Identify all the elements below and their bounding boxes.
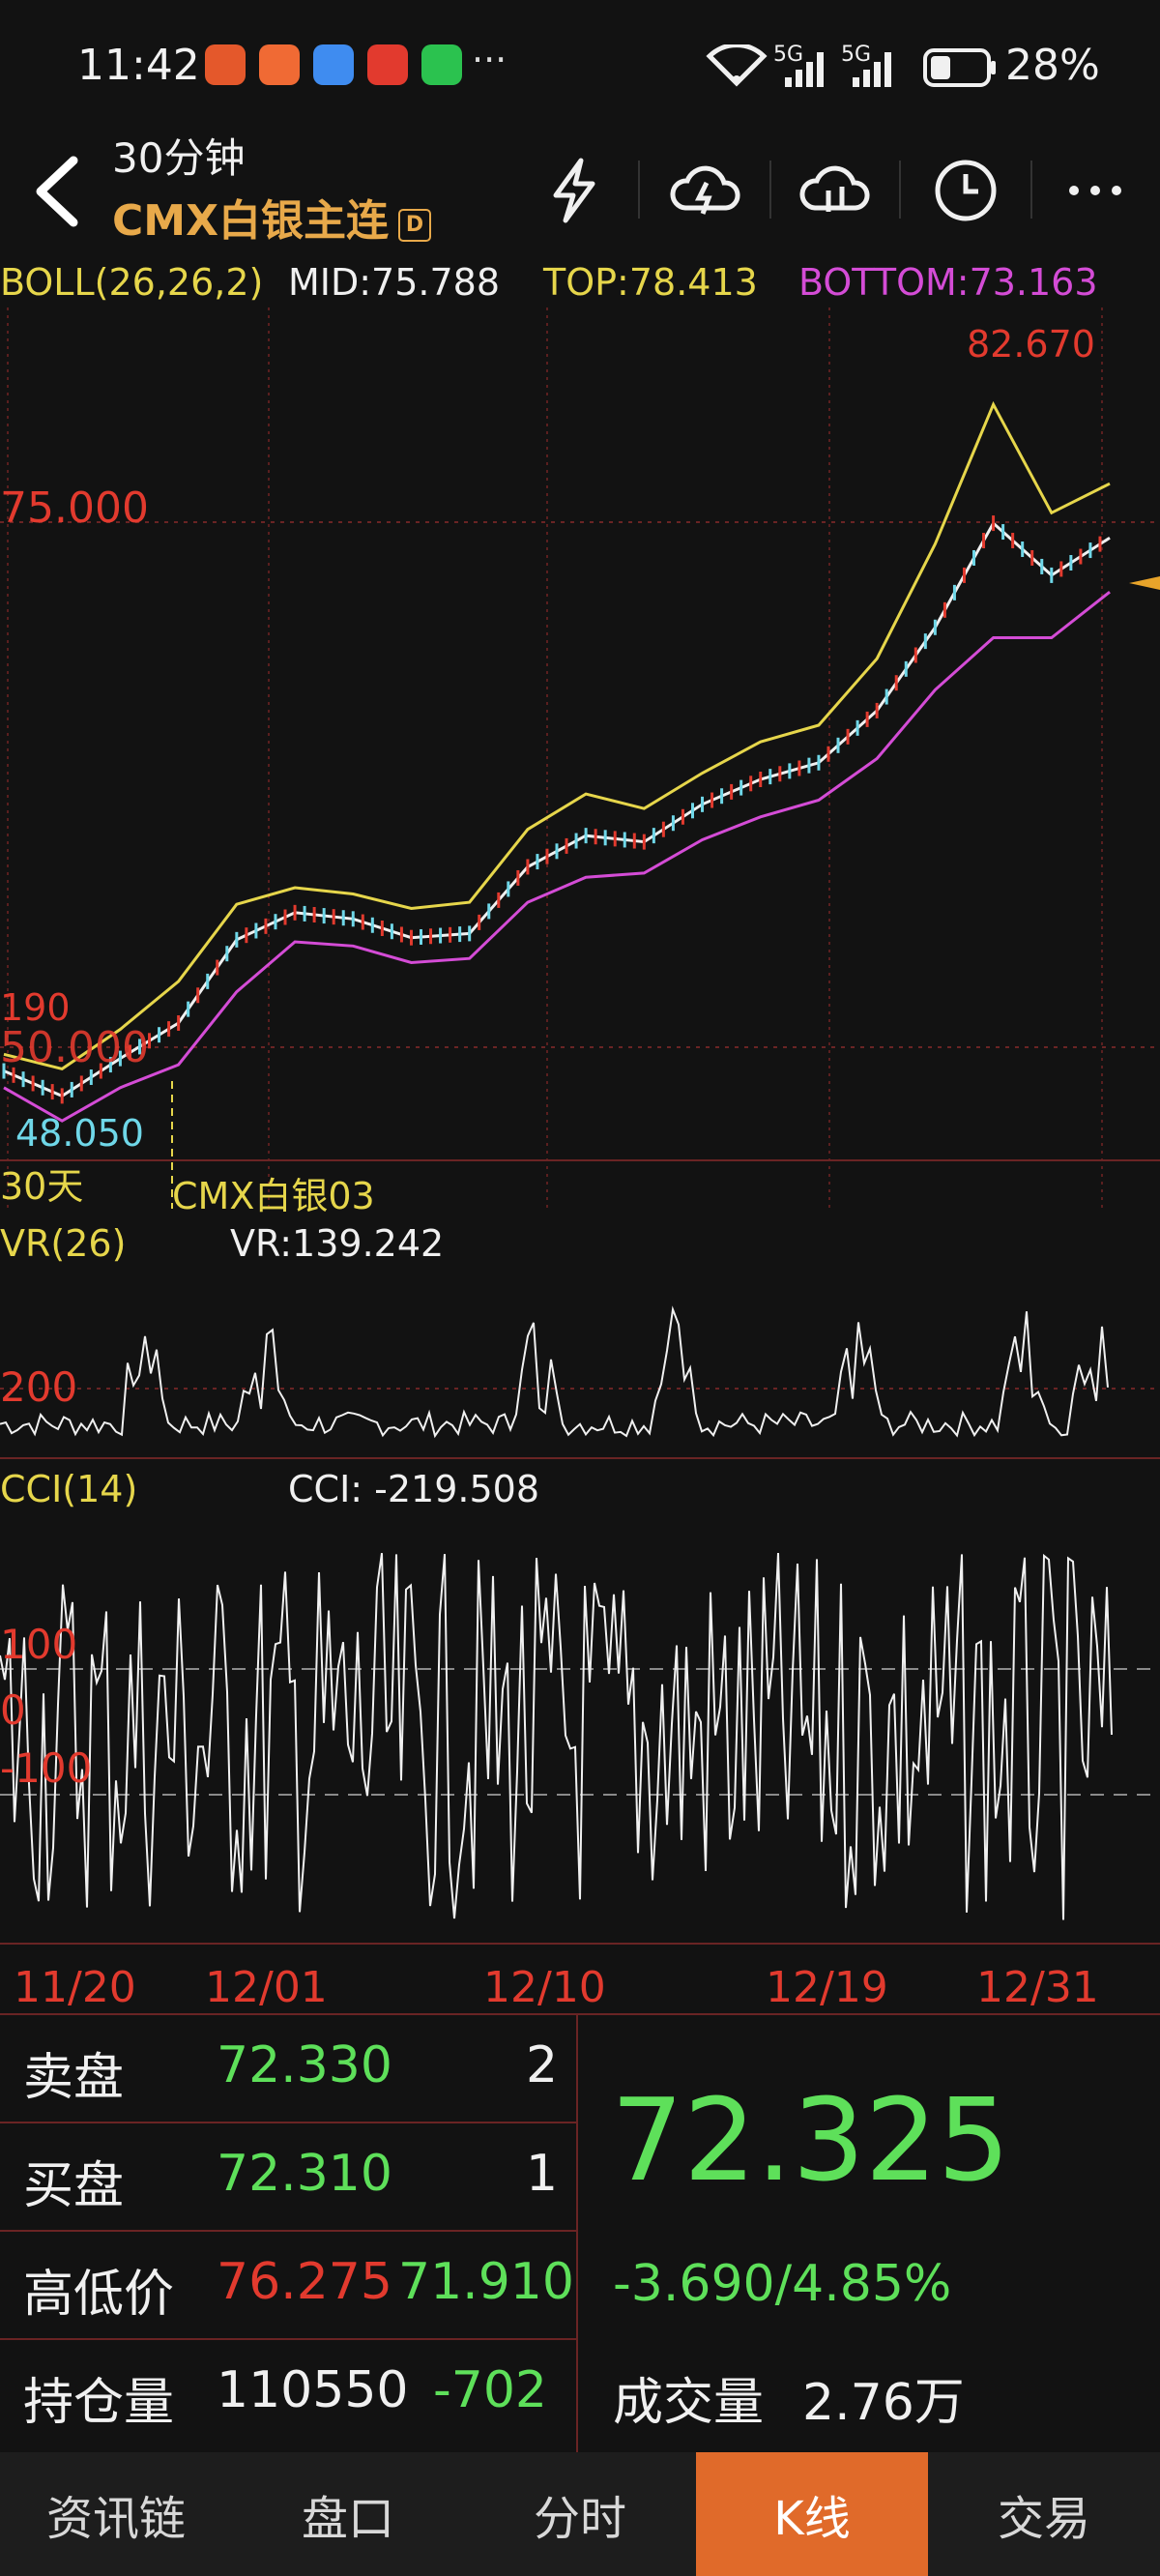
date-label: 12/01: [205, 1963, 328, 2012]
high-price: 76.275: [217, 2253, 392, 2311]
tab-trade[interactable]: 交易: [928, 2452, 1160, 2576]
header: 30分钟 CMX白银主连 D: [0, 126, 1160, 251]
vr-chart: [0, 1305, 1160, 1459]
cci-level-100: 100: [0, 1621, 78, 1668]
vr-label[interactable]: VR(26): [0, 1222, 126, 1265]
date-label: 11/20: [14, 1963, 136, 2012]
row-divider: [0, 2122, 576, 2123]
cci-level-neg-100: -100: [0, 1744, 93, 1792]
more-menu-icon[interactable]: [1054, 149, 1137, 232]
bottom-tab-bar: 资讯链 盘口 分时 K线 交易: [0, 2452, 1160, 2576]
ask-price: 72.330: [217, 2036, 392, 2094]
battery-icon: [923, 48, 996, 87]
cci-value: CCI: -219.508: [288, 1468, 540, 1510]
dominant-badge: D: [398, 209, 431, 242]
ask-volume: 2: [526, 2036, 559, 2094]
vr-value: VR:139.242: [230, 1222, 445, 1265]
signal-icon-2: [853, 52, 891, 87]
bid-label: 买盘: [23, 2157, 125, 2215]
toolbar-divider: [638, 161, 640, 219]
open-interest: 110550: [217, 2361, 409, 2419]
range-label[interactable]: 30天: [0, 1156, 83, 1210]
quote-panel: 卖盘 72.330 2 买盘 72.310 1 高低价 76.275 71.91…: [0, 2013, 1160, 2454]
date-label: 12/31: [976, 1963, 1099, 2012]
cci-level-0: 0: [0, 1686, 26, 1734]
last-price: 72.325: [611, 2073, 1010, 2207]
signal-icon-1: [785, 52, 824, 87]
price-change: -3.690/4.85%: [613, 2255, 952, 2313]
status-time: 11:42: [77, 41, 200, 90]
cci-label[interactable]: CCI(14): [0, 1468, 137, 1510]
row-divider: [0, 2230, 576, 2232]
app-icon-toutiao: [367, 44, 408, 85]
instrument-name: CMX白银主连: [112, 196, 389, 246]
tab-kline[interactable]: K线: [696, 2452, 928, 2576]
instrument-title[interactable]: CMX白银主连 D: [112, 186, 431, 248]
toolbar-divider: [899, 161, 901, 219]
boll-bottom: BOTTOM:73.163: [798, 261, 1098, 304]
battery-percent: 28%: [1005, 41, 1100, 90]
status-bar: 11:42 ··· 5G 5G 28%: [0, 0, 1160, 145]
app-icon-wechat: [421, 44, 462, 85]
date-label: 12/10: [483, 1963, 606, 2012]
row-divider: [0, 2338, 576, 2340]
volume-value: 2.76万: [802, 2374, 965, 2432]
contract-label: CMX白银03: [172, 1175, 375, 1217]
tab-order-book[interactable]: 盘口: [232, 2452, 464, 2576]
app-icon-blue-chat: [313, 44, 354, 85]
boll-top: TOP:78.413: [543, 261, 758, 304]
boll-label[interactable]: BOLL(26,26,2): [0, 261, 263, 304]
vr-level-200: 200: [0, 1363, 78, 1411]
period-label: 30分钟: [112, 134, 246, 182]
cci-chart: [0, 1552, 1160, 1945]
tab-news-chain[interactable]: 资讯链: [0, 2452, 232, 2576]
toolbar-divider: [1030, 161, 1032, 219]
app-icon-red-orange: [205, 44, 246, 85]
more-notifications-icon: ···: [472, 39, 508, 81]
back-icon[interactable]: [27, 153, 85, 241]
flash-icon[interactable]: [532, 149, 615, 232]
ask-label: 卖盘: [23, 2049, 125, 2107]
toolbar-divider: [769, 161, 771, 219]
vr-line: [0, 1305, 1109, 1439]
cloud-sync-icon[interactable]: [793, 149, 876, 232]
open-interest-change: -702: [433, 2361, 548, 2419]
cloud-flash-icon[interactable]: [663, 149, 746, 232]
price-left-190: 190: [0, 986, 71, 1029]
app-icon-orange: [259, 44, 300, 85]
wifi-icon: [706, 44, 768, 87]
low-price: 71.910: [398, 2253, 574, 2311]
price-level-50: 50.000: [0, 1023, 149, 1072]
bid-volume: 1: [526, 2145, 559, 2203]
tab-intraday[interactable]: 分时: [464, 2452, 696, 2576]
boll-mid: MID:75.788: [288, 261, 501, 304]
high-low-label: 高低价: [23, 2266, 175, 2324]
price-high-label: 82.670: [967, 323, 1095, 366]
price-low-label: 48.050: [15, 1112, 144, 1155]
quote-divider: [576, 2015, 578, 2454]
price-chart[interactable]: [0, 307, 1160, 1209]
open-interest-label: 持仓量: [23, 2374, 175, 2432]
cci-line: [0, 1552, 1113, 1920]
clock-icon[interactable]: [924, 149, 1007, 232]
price-level-75: 75.000: [0, 483, 149, 533]
bid-price: 72.310: [217, 2145, 392, 2203]
volume-label: 成交量: [613, 2374, 765, 2432]
date-label: 12/19: [766, 1963, 888, 2012]
